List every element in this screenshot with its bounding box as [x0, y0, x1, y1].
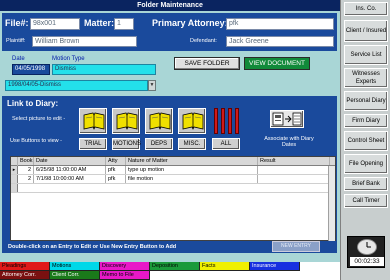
- misc-book-icon[interactable]: [178, 108, 206, 134]
- motions-book-icon[interactable]: [112, 108, 140, 134]
- category-tab-strip: Pleadings Motions Discovery Deposition F…: [0, 262, 340, 280]
- table-header: Book Date Atty Nature of Matter Result: [11, 157, 335, 166]
- call-timer-clock[interactable]: 00:02:33: [347, 236, 385, 268]
- row-selector-icon[interactable]: ▸: [11, 166, 18, 174]
- primary-attorney-label: Primary Attorney:: [152, 18, 228, 28]
- tab-motions[interactable]: Motions: [50, 262, 100, 271]
- folder-maintenance-window: Folder Maintenance File#: 98x001 Matter:…: [0, 0, 340, 280]
- associate-hint: Associate with Diary Dates: [264, 136, 314, 148]
- trial-book-icon[interactable]: [79, 108, 107, 134]
- file-number-field[interactable]: 98x001: [30, 18, 80, 30]
- all-books-icon[interactable]: [212, 108, 240, 134]
- deps-book-icon[interactable]: [145, 108, 173, 134]
- view-document-button[interactable]: VIEW DOCUMENT: [244, 57, 310, 70]
- sidebar-item-firm-diary[interactable]: Firm Diary: [344, 114, 388, 128]
- tab-attorney-corr[interactable]: Attorney Corr.: [0, 271, 50, 280]
- book-spine: [221, 108, 225, 134]
- all-button[interactable]: ALL: [212, 138, 240, 150]
- primary-attorney-field[interactable]: pfk: [226, 18, 334, 30]
- sidebar: Ins. Co. Client / Insured Service List W…: [340, 0, 390, 280]
- matter-field[interactable]: 1: [114, 18, 134, 30]
- row-selector[interactable]: [11, 175, 18, 183]
- book-spine: [214, 108, 218, 134]
- trial-button[interactable]: TRIAL: [79, 138, 107, 150]
- sidebar-item-brief-bank[interactable]: Brief Bank: [344, 177, 388, 191]
- misc-button[interactable]: MISC.: [178, 138, 206, 150]
- folder-header: File#: 98x001 Matter: 1 Primary Attorney…: [2, 13, 337, 51]
- sidebar-item-control-sheet[interactable]: Control Sheet: [344, 131, 388, 151]
- book-spine: [235, 108, 239, 134]
- cell-date: 6/25/98 11:00:00 AM: [34, 166, 106, 174]
- window-title: Folder Maintenance: [0, 0, 340, 11]
- associate-diary-icon[interactable]: [270, 110, 304, 128]
- sidebar-item-client-insured[interactable]: Client / Insured: [344, 20, 388, 42]
- select-hint: Select picture to edit -: [12, 116, 66, 122]
- motion-type-field[interactable]: Dismiss: [52, 64, 156, 75]
- sidebar-item-witnesses-experts[interactable]: Witnesses Experts: [344, 68, 388, 88]
- timer-readout: 00:02:33: [350, 257, 384, 266]
- diary-table: Book Date Atty Nature of Matter Result ▸…: [10, 156, 336, 241]
- clock-icon: [357, 239, 377, 255]
- defendant-field[interactable]: Jack Greene: [226, 36, 334, 47]
- tab-deposition[interactable]: Deposition: [150, 262, 200, 271]
- motion-select[interactable]: 1998/04/05-Dismiss: [5, 80, 148, 91]
- tab-facts[interactable]: Facts: [200, 262, 250, 271]
- matter-label: Matter:: [84, 18, 115, 28]
- tab-pleadings[interactable]: Pleadings: [0, 262, 50, 271]
- cell-date: 7/1/98 10:00:00 AM: [34, 175, 106, 183]
- book-spine: [228, 108, 232, 134]
- deps-button[interactable]: DEPS: [145, 138, 173, 150]
- tab-memo-to-file[interactable]: Memo to File: [100, 271, 150, 280]
- plaintiff-field[interactable]: William Brown: [32, 36, 137, 47]
- motion-section: Date Motion Type 04/05/1998 Dismiss 1998…: [2, 53, 337, 93]
- tab-client-corr[interactable]: Client Corr.: [50, 271, 100, 280]
- cell-nature: file motion: [126, 175, 258, 183]
- column-header-nature[interactable]: Nature of Matter: [126, 157, 258, 165]
- sidebar-item-service-list[interactable]: Service List: [344, 45, 388, 65]
- sidebar-item-ins-co[interactable]: Ins. Co.: [344, 2, 388, 16]
- plaintiff-label: Plaintiff:: [6, 38, 26, 44]
- defendant-label: Defendant:: [190, 38, 217, 44]
- save-folder-button[interactable]: SAVE FOLDER: [174, 57, 240, 70]
- sidebar-item-file-opening[interactable]: File Opening: [344, 154, 388, 174]
- cell-nature: type up motion: [126, 166, 258, 174]
- table-row-empty[interactable]: [11, 184, 335, 193]
- view-hint: Use Buttons to view -: [10, 138, 62, 144]
- cell-atty: pfk: [106, 175, 126, 183]
- table-row[interactable]: ▸ 2 6/25/98 11:00:00 AM pfk type up moti…: [11, 166, 335, 175]
- diary-section: Link to Diary: Select picture to edit - …: [2, 96, 337, 253]
- date-field[interactable]: 04/05/1998: [12, 64, 50, 75]
- motions-button[interactable]: MOTIONS: [112, 138, 141, 150]
- diary-title: Link to Diary:: [7, 99, 59, 108]
- file-label: File#:: [5, 18, 29, 28]
- new-entry-button[interactable]: NEW ENTRY: [272, 241, 320, 252]
- sidebar-item-personal-diary[interactable]: Personal Diary: [344, 91, 388, 111]
- tab-insurance[interactable]: Insurance: [250, 262, 300, 271]
- column-header-result[interactable]: Result: [258, 157, 330, 165]
- column-header-book[interactable]: Book: [18, 157, 34, 165]
- column-header-date[interactable]: Date: [34, 157, 106, 165]
- cell-book: 2: [18, 166, 34, 174]
- chevron-down-icon[interactable]: ▼: [148, 80, 156, 91]
- table-row[interactable]: 2 7/1/98 10:00:00 AM pfk file motion: [11, 175, 335, 184]
- cell-book: 2: [18, 175, 34, 183]
- date-label: Date: [12, 56, 25, 62]
- motion-type-label: Motion Type: [52, 56, 85, 62]
- instruction-text: Double-click on an Entry to Edit or Use …: [8, 244, 177, 250]
- sidebar-item-call-timer[interactable]: Call Timer: [344, 194, 388, 208]
- column-header-atty[interactable]: Atty: [106, 157, 126, 165]
- vertical-scrollbar[interactable]: [328, 166, 335, 241]
- tab-discovery[interactable]: Discovery: [100, 262, 150, 271]
- header-corner: [11, 157, 18, 166]
- cell-atty: pfk: [106, 166, 126, 174]
- row-selector[interactable]: [11, 184, 18, 192]
